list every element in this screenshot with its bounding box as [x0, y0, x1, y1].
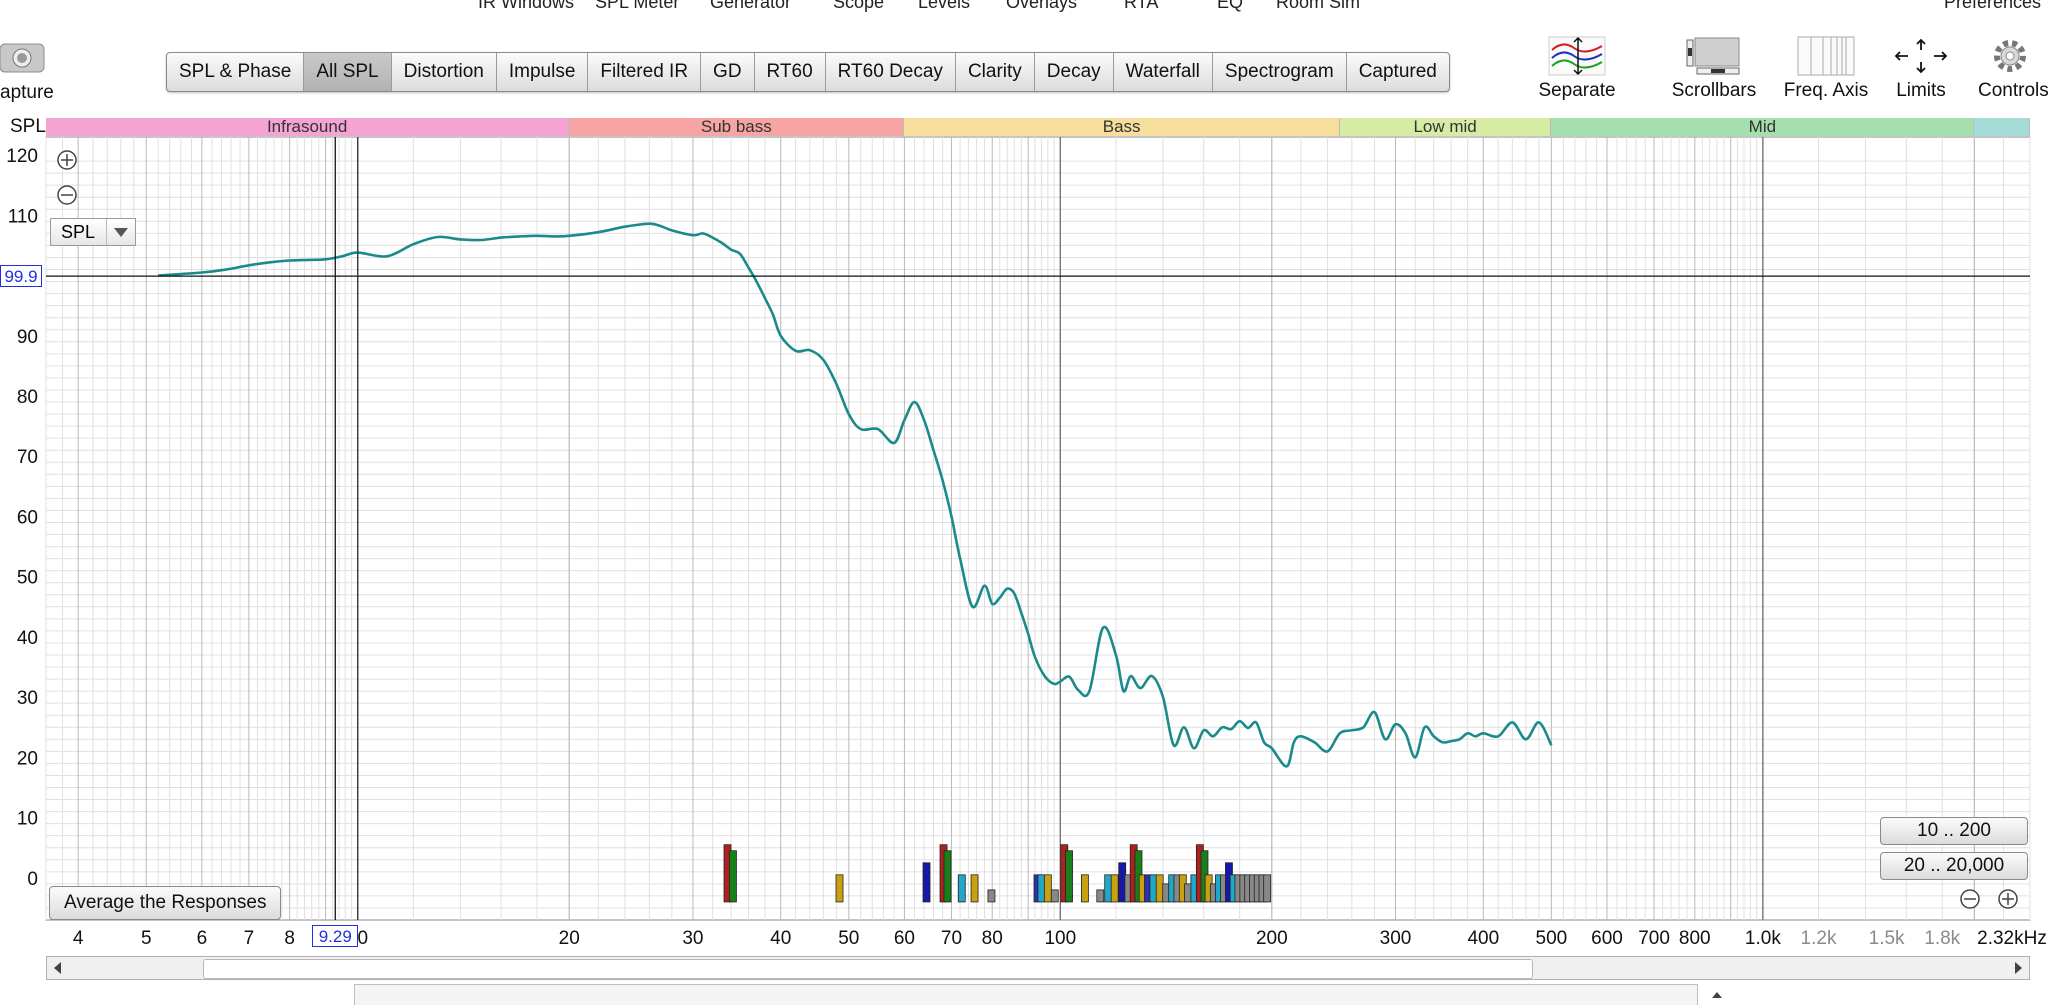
y-tick-label: 80: [17, 387, 38, 408]
cursor-y-readout: 99.9: [0, 265, 42, 288]
range-10-200-button[interactable]: 10 .. 200: [1880, 817, 2028, 845]
x-tick-label: 70: [941, 928, 962, 949]
x-tick-label: 2.32kHz: [1977, 928, 2047, 949]
x-tick-label: 200: [1256, 928, 1288, 949]
horizontal-scroll-thumb[interactable]: [203, 959, 1533, 979]
x-tick-label: 5: [141, 928, 152, 949]
scroll-right-icon[interactable]: [2007, 957, 2029, 979]
x-tick-label: 1.8k: [1924, 928, 1960, 949]
y-tick-label: 10: [17, 809, 38, 830]
distortion-bar: [987, 889, 996, 903]
distortion-bar: [835, 874, 844, 903]
range-20-20000-button[interactable]: 20 .. 20,000: [1880, 852, 2028, 880]
x-tick-label: 500: [1536, 928, 1568, 949]
horizontal-scrollbar[interactable]: [46, 956, 2030, 980]
y-tick-label: 60: [17, 507, 38, 528]
zoom-in-x-icon[interactable]: [1998, 889, 2018, 909]
x-tick-label: 1.2k: [1801, 928, 1837, 949]
distortion-bar: [1037, 874, 1046, 903]
distortion-bar: [1184, 883, 1192, 903]
distortion-bar: [1104, 874, 1113, 903]
y-tick-label: 0: [27, 869, 38, 890]
plot-frame: [45, 136, 2031, 921]
graph-type-select-value: SPL: [61, 222, 96, 242]
distortion-bar: [922, 862, 931, 903]
distortion-bar: [1081, 874, 1089, 903]
average-responses-button[interactable]: Average the Responses: [49, 886, 282, 920]
x-tick-label: 1.0k: [1745, 928, 1781, 949]
distortion-bar: [1050, 889, 1059, 903]
distortion-bar: [1263, 874, 1272, 903]
x-tick-label: 60: [894, 928, 915, 949]
x-tick-label: 4: [73, 928, 84, 949]
y-tick-label: 40: [17, 628, 38, 649]
spl-graph[interactable]: 1201109080706050403020100 4 5 6 7 8 0 20 30 40 50…: [0, 0, 2048, 1005]
x-tick-label: 100: [1044, 928, 1076, 949]
x-tick-label: 80: [982, 928, 1003, 949]
zoom-out-y-icon[interactable]: [57, 185, 77, 205]
bottom-panel: [354, 984, 1722, 1005]
y-tick-labels: 120 110 90 80 70 60 50 40 30 20 10 0: [6, 146, 38, 890]
chevron-down-icon: [106, 219, 135, 245]
x-tick-label: 30: [682, 928, 703, 949]
x-tick-label: 700: [1638, 928, 1670, 949]
distortion-bar: [970, 874, 979, 903]
x-tick-label: 6: [197, 928, 208, 949]
x-tick-labels: 4 5 6 7 8 0 20 30 40 50 60 70 80 100 200 300 400 500 600 70…: [73, 928, 2047, 949]
y-tick-label: 120: [6, 146, 38, 167]
y-tick-label: 50: [17, 568, 38, 589]
graph-type-select[interactable]: SPL: [50, 218, 136, 246]
y-tick-label: 30: [17, 688, 38, 709]
distortion-bar: [943, 850, 952, 903]
zoom-out-x-icon[interactable]: [1960, 889, 1980, 909]
plot-area: [45, 136, 2031, 921]
y-tick-label: 20: [17, 748, 38, 769]
distortion-bar: [957, 874, 966, 903]
x-tick-label: 50: [838, 928, 859, 949]
y-tick-label: 70: [17, 447, 38, 468]
x-tick-label: 600: [1591, 928, 1623, 949]
x-tick-label: 0: [357, 928, 368, 949]
distortion-bar: [1096, 889, 1105, 903]
x-tick-label: 800: [1679, 928, 1711, 949]
x-tick-label: 300: [1380, 928, 1412, 949]
distortion-bar: [1155, 874, 1164, 903]
zoom-in-y-icon[interactable]: [57, 150, 77, 170]
y-tick-label: 110: [8, 206, 38, 227]
y-tick-label: 90: [17, 327, 38, 348]
x-tick-label: 8: [284, 928, 295, 949]
distortion-bar: [1043, 874, 1052, 903]
scroll-left-icon[interactable]: [47, 957, 69, 979]
cursor-x-readout: 9.29: [312, 925, 359, 947]
distortion-bar: [729, 850, 737, 903]
x-tick-label: 400: [1467, 928, 1499, 949]
x-tick-label: 1.5k: [1869, 928, 1905, 949]
x-tick-label: 40: [770, 928, 791, 949]
scroll-up-icon[interactable]: [1709, 987, 1725, 1003]
distortion-bar: [1110, 874, 1119, 903]
x-tick-label: 20: [559, 928, 580, 949]
x-tick-label: 7: [244, 928, 255, 949]
distortion-bar: [1065, 850, 1073, 903]
